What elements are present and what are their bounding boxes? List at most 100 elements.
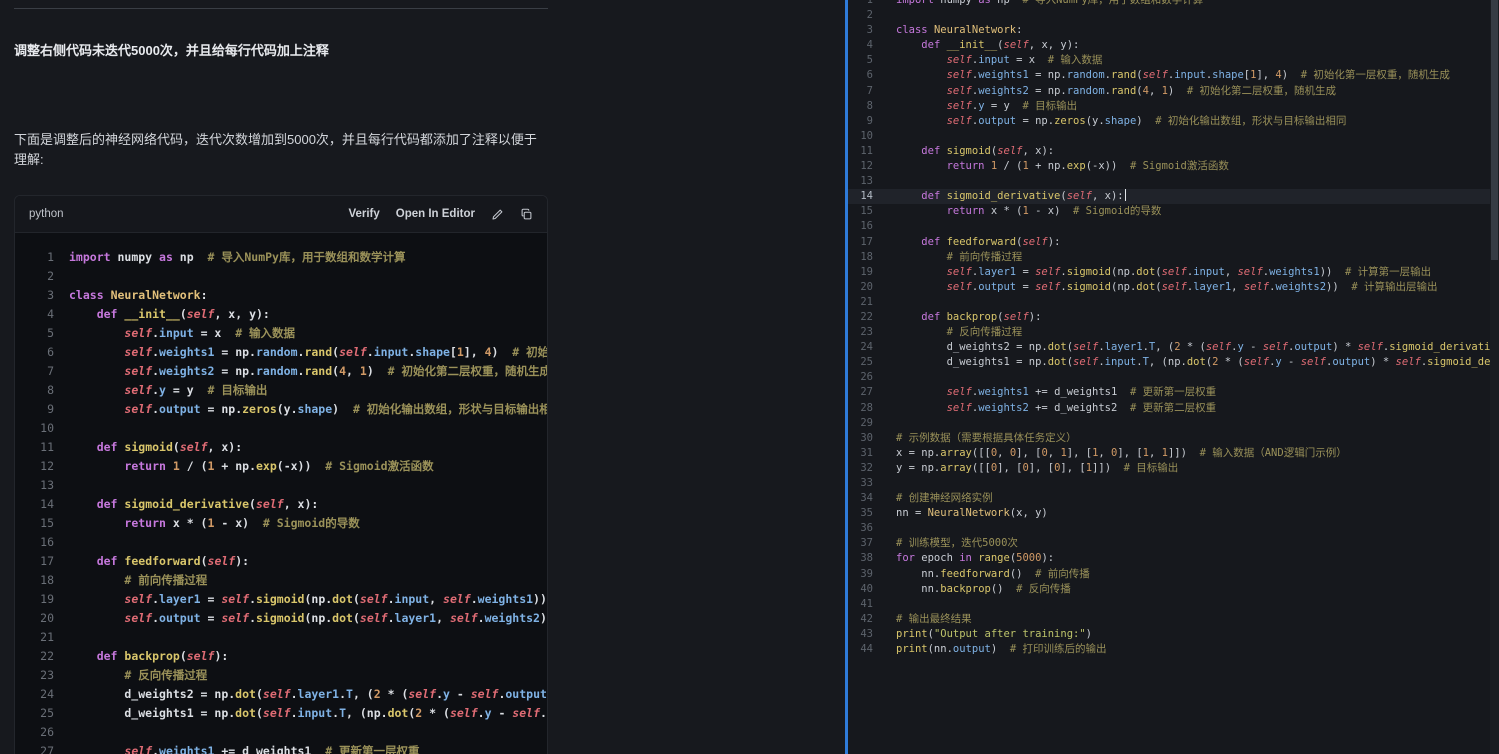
code-line-41[interactable]: 41 xyxy=(848,597,1490,612)
scrollbar-thumb[interactable] xyxy=(1491,0,1498,260)
code-line-32[interactable]: 32y = np.array([[0], [0], [0], [1]]) # 目… xyxy=(848,461,1490,476)
chat-code-block: python Verify Open In Editor 1import num… xyxy=(14,195,548,754)
line-number: 1 xyxy=(15,248,54,267)
line-number: 38 xyxy=(848,551,873,566)
code-line-7: 7 self.weights2 = np.random.rand(4, 1) #… xyxy=(15,362,547,381)
line-number: 32 xyxy=(848,461,873,476)
line-number: 7 xyxy=(848,84,873,99)
code-line-43[interactable]: 43print("Output after training:") xyxy=(848,627,1490,642)
code-line-37[interactable]: 37# 训练模型，迭代5000次 xyxy=(848,536,1490,551)
code-line-1[interactable]: 1import numpy as np # 导入NumPy库，用于数组和数学计算 xyxy=(848,0,1490,8)
open-in-editor-button[interactable]: Open In Editor xyxy=(396,208,475,220)
line-number: 20 xyxy=(848,280,873,295)
code-line-25[interactable]: 25 d_weights1 = np.dot(self.input.T, (np… xyxy=(848,355,1490,370)
line-number: 6 xyxy=(15,343,54,362)
line-number: 36 xyxy=(848,521,873,536)
code-line-18[interactable]: 18 # 前向传播过程 xyxy=(848,250,1490,265)
code-line-6: 6 self.weights1 = np.random.rand(self.in… xyxy=(15,343,547,362)
message-divider xyxy=(14,8,548,9)
code-line-8[interactable]: 8 self.y = y # 目标输出 xyxy=(848,99,1490,114)
code-line-35[interactable]: 35nn = NeuralNetwork(x, y) xyxy=(848,506,1490,521)
code-line-44[interactable]: 44print(nn.output) # 打印训练后的输出 xyxy=(848,642,1490,657)
code-line-34[interactable]: 34# 创建神经网络实例 xyxy=(848,491,1490,506)
code-line-42[interactable]: 42# 输出最终结果 xyxy=(848,612,1490,627)
code-line-22[interactable]: 22 def backprop(self): xyxy=(848,310,1490,325)
code-line-4[interactable]: 4 def __init__(self, x, y): xyxy=(848,38,1490,53)
code-line-24[interactable]: 24 d_weights2 = np.dot(self.layer1.T, (2… xyxy=(848,340,1490,355)
line-number: 8 xyxy=(15,381,54,400)
code-text: nn.feedforward() # 前向传播 xyxy=(873,567,1490,582)
line-number: 16 xyxy=(15,533,54,552)
verify-button[interactable]: Verify xyxy=(348,208,379,220)
line-number: 30 xyxy=(848,431,873,446)
line-number: 22 xyxy=(848,310,873,325)
line-number: 9 xyxy=(15,400,54,419)
code-line-16[interactable]: 16 xyxy=(848,219,1490,234)
code-line-2: 2 xyxy=(15,267,547,286)
code-line-26[interactable]: 26 xyxy=(848,370,1490,385)
line-number: 39 xyxy=(848,567,873,582)
code-text: d_weights2 = np.dot(self.layer1.T, (2 * … xyxy=(873,340,1490,355)
code-line-19[interactable]: 19 self.layer1 = self.sigmoid(np.dot(sel… xyxy=(848,265,1490,280)
code-line-6[interactable]: 6 self.weights1 = np.random.rand(self.in… xyxy=(848,68,1490,83)
code-line-23[interactable]: 23 # 反向传播过程 xyxy=(848,325,1490,340)
code-text: # 前向传播过程 xyxy=(54,571,547,590)
line-number: 21 xyxy=(15,628,54,647)
code-editor[interactable]: 1import numpy as np # 导入NumPy库，用于数组和数学计算… xyxy=(848,0,1490,754)
line-number: 28 xyxy=(848,401,873,416)
code-line-29[interactable]: 29 xyxy=(848,416,1490,431)
code-text: d_weights1 = np.dot(self.input.T, (np.do… xyxy=(54,704,547,723)
scrollbar-track[interactable] xyxy=(1490,0,1499,754)
code-text: def sigmoid_derivative(self, x): xyxy=(54,495,547,514)
line-number: 1 xyxy=(848,0,873,8)
code-line-5[interactable]: 5 self.input = x # 输入数据 xyxy=(848,53,1490,68)
code-block-header: python Verify Open In Editor xyxy=(15,196,547,233)
line-number: 13 xyxy=(15,476,54,495)
code-text: self.weights1 = np.random.rand(self.inpu… xyxy=(54,343,547,362)
line-number: 12 xyxy=(848,159,873,174)
line-number: 3 xyxy=(15,286,54,305)
code-text: x = np.array([[0, 0], [0, 1], [1, 0], [1… xyxy=(873,446,1490,461)
code-text: self.layer1 = self.sigmoid(np.dot(self.i… xyxy=(873,265,1490,280)
code-line-39[interactable]: 39 nn.feedforward() # 前向传播 xyxy=(848,567,1490,582)
line-number: 27 xyxy=(15,742,54,754)
line-number: 19 xyxy=(15,590,54,609)
code-line-38[interactable]: 38for epoch in range(5000): xyxy=(848,551,1490,566)
copy-icon[interactable] xyxy=(520,208,533,221)
code-line-2[interactable]: 2 xyxy=(848,8,1490,23)
code-line-12: 12 return 1 / (1 + np.exp(-x)) # Sigmoid… xyxy=(15,457,547,476)
chat-message-column: 调整右侧代码未迭代5000次，并且给每行代码加上注释 下面是调整后的神经网络代码… xyxy=(14,0,548,754)
code-text: # 创建神经网络实例 xyxy=(873,491,1490,506)
code-text: self.output = self.sigmoid(np.dot(self.l… xyxy=(54,609,547,628)
line-number: 43 xyxy=(848,627,873,642)
code-line-40[interactable]: 40 nn.backprop() # 反向传播 xyxy=(848,582,1490,597)
code-line-17[interactable]: 17 def feedforward(self): xyxy=(848,235,1490,250)
code-line-20[interactable]: 20 self.output = self.sigmoid(np.dot(sel… xyxy=(848,280,1490,295)
code-line-13[interactable]: 13 xyxy=(848,174,1490,189)
code-line-21[interactable]: 21 xyxy=(848,295,1490,310)
code-line-18: 18 # 前向传播过程 xyxy=(15,571,547,590)
code-line-9[interactable]: 9 self.output = np.zeros(y.shape) # 初始化输… xyxy=(848,114,1490,129)
line-number: 24 xyxy=(848,340,873,355)
edit-pencil-icon[interactable] xyxy=(491,208,504,221)
code-line-33[interactable]: 33 xyxy=(848,476,1490,491)
code-line-31[interactable]: 31x = np.array([[0, 0], [0, 1], [1, 0], … xyxy=(848,446,1490,461)
line-number: 25 xyxy=(15,704,54,723)
code-line-12[interactable]: 12 return 1 / (1 + np.exp(-x)) # Sigmoid… xyxy=(848,159,1490,174)
line-number: 33 xyxy=(848,476,873,491)
code-text: print(nn.output) # 打印训练后的输出 xyxy=(873,642,1490,657)
line-number: 40 xyxy=(848,582,873,597)
code-line-27[interactable]: 27 self.weights1 += d_weights1 # 更新第一层权重 xyxy=(848,385,1490,400)
code-line-3[interactable]: 3class NeuralNetwork: xyxy=(848,23,1490,38)
code-line-7[interactable]: 7 self.weights2 = np.random.rand(4, 1) #… xyxy=(848,84,1490,99)
code-line-30[interactable]: 30# 示例数据（需要根据具体任务定义） xyxy=(848,431,1490,446)
code-line-11[interactable]: 11 def sigmoid(self, x): xyxy=(848,144,1490,159)
code-line-15[interactable]: 15 return x * (1 - x) # Sigmoid的导数 xyxy=(848,204,1490,219)
code-text: self.y = y # 目标输出 xyxy=(54,381,547,400)
user-message: 调整右侧代码未迭代5000次，并且给每行代码加上注释 xyxy=(14,42,548,60)
code-line-36[interactable]: 36 xyxy=(848,521,1490,536)
code-line-10[interactable]: 10 xyxy=(848,129,1490,144)
code-text: def backprop(self): xyxy=(54,647,547,666)
code-line-14[interactable]: 14 def sigmoid_derivative(self, x): xyxy=(848,189,1490,204)
code-line-28[interactable]: 28 self.weights2 += d_weights2 # 更新第二层权重 xyxy=(848,401,1490,416)
